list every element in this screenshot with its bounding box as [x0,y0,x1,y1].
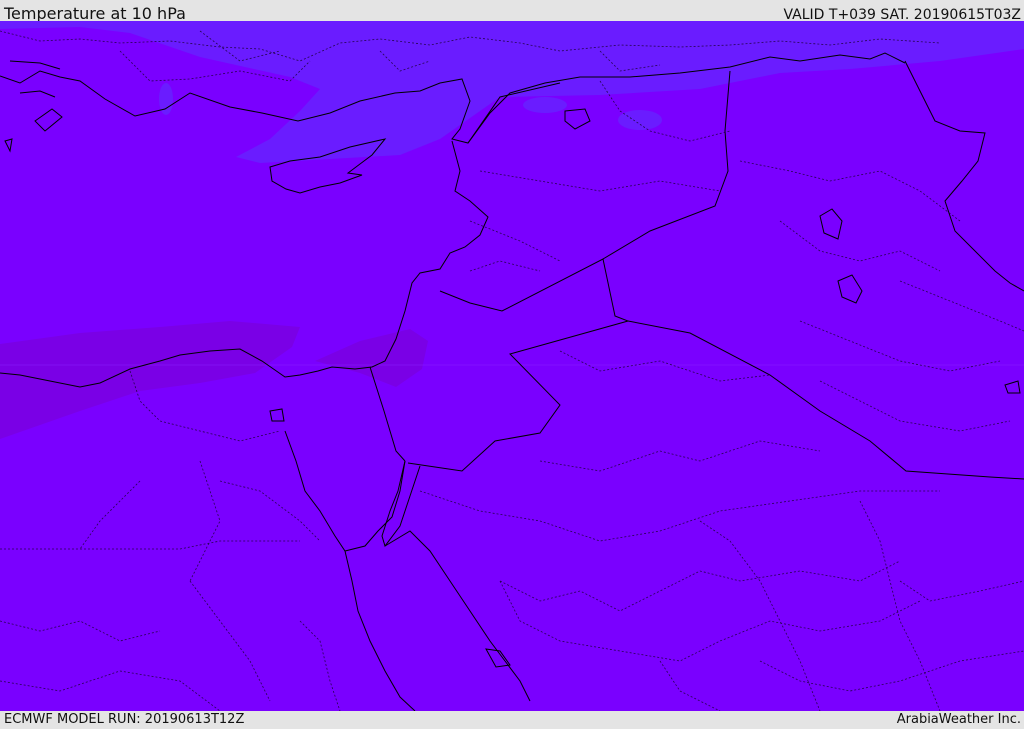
temperature-field-cool-patch [618,110,662,130]
model-run-label: ECMWF MODEL RUN: 20190613T12Z [4,712,245,727]
map-canvas [0,21,1024,711]
credit-label: ArabiaWeather Inc. [896,712,1021,727]
header-bar: Temperature at 10 hPa VALID T+039 SAT. 2… [0,0,1024,23]
weather-map[interactable] [0,21,1024,711]
footer-bar: ECMWF MODEL RUN: 20190613T12Z ArabiaWeat… [0,711,1024,729]
temperature-field-cool-patch [523,97,567,113]
